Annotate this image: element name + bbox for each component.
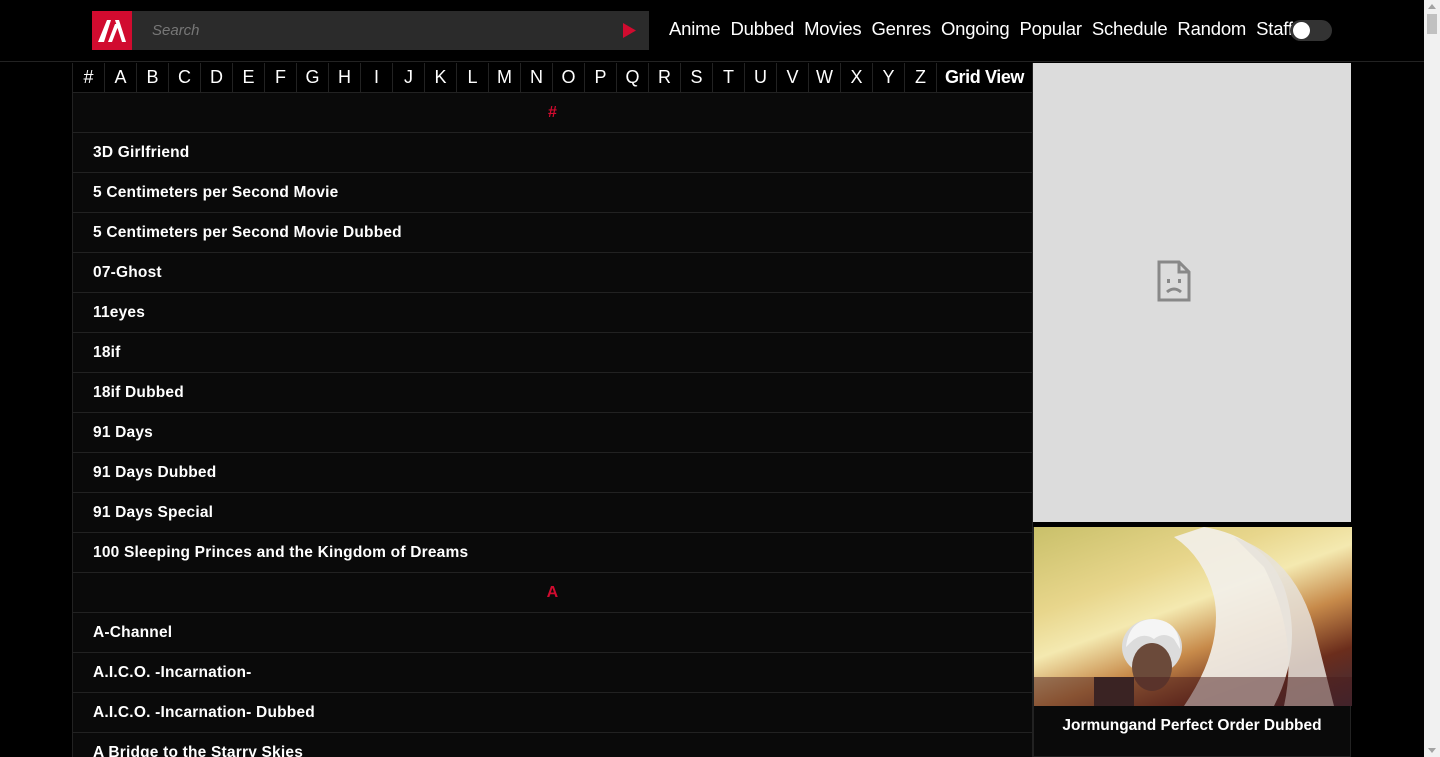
alpha-t[interactable]: T [713, 63, 745, 92]
list-item[interactable]: 18if Dubbed [72, 373, 1033, 413]
broken-page-icon [1157, 260, 1191, 302]
nav-random[interactable]: Random [1172, 18, 1251, 40]
alpha-i[interactable]: I [361, 63, 393, 92]
list-item[interactable]: 18if [72, 333, 1033, 373]
page-scrollbar[interactable] [1424, 0, 1440, 757]
featured-title[interactable]: Jormungand Perfect Order Dubbed [1034, 706, 1350, 735]
alphabet-filter: # A B C D E F G H I J K L M N O P Q R S … [72, 63, 1033, 93]
site-logo[interactable] [92, 11, 132, 50]
list-item[interactable]: 100 Sleeping Princes and the Kingdom of … [72, 533, 1033, 573]
alpha-k[interactable]: K [425, 63, 457, 92]
logo-icon [98, 19, 126, 42]
main-nav: Anime Dubbed Movies Genres Ongoing Popul… [664, 18, 1298, 40]
alpha-c[interactable]: C [169, 63, 201, 92]
alpha-d[interactable]: D [201, 63, 233, 92]
alpha-v[interactable]: V [777, 63, 809, 92]
alpha-y[interactable]: Y [873, 63, 905, 92]
featured-artwork [1034, 527, 1352, 706]
list-item[interactable]: 07-Ghost [72, 253, 1033, 293]
list-item[interactable]: 5 Centimeters per Second Movie [72, 173, 1033, 213]
section-heading-hash: # [72, 93, 1033, 133]
alpha-e[interactable]: E [233, 63, 265, 92]
search-bar [132, 11, 649, 50]
ad-slot [1033, 63, 1351, 522]
scroll-down-icon[interactable] [1428, 748, 1436, 753]
list-item[interactable]: 91 Days [72, 413, 1033, 453]
list-item[interactable]: A-Channel [72, 613, 1033, 653]
featured-card[interactable]: Jormungand Perfect Order Dubbed [1033, 527, 1352, 757]
scrollbar-thumb[interactable] [1427, 14, 1437, 34]
scroll-up-icon[interactable] [1428, 4, 1436, 9]
alpha-q[interactable]: Q [617, 63, 649, 92]
search-submit-icon[interactable] [621, 22, 637, 39]
alpha-z[interactable]: Z [905, 63, 937, 92]
nav-schedule[interactable]: Schedule [1087, 18, 1173, 40]
list-item[interactable]: 3D Girlfriend [72, 133, 1033, 173]
list-item[interactable]: A Bridge to the Starry Skies [72, 733, 1033, 757]
alpha-a[interactable]: A [105, 63, 137, 92]
grid-view-link[interactable]: Grid View [937, 63, 1032, 92]
toggle-knob [1293, 22, 1310, 39]
alpha-f[interactable]: F [265, 63, 297, 92]
nav-movies[interactable]: Movies [799, 18, 866, 40]
alpha-x[interactable]: X [841, 63, 873, 92]
featured-thumbnail[interactable] [1034, 527, 1352, 706]
list-item[interactable]: 11eyes [72, 293, 1033, 333]
alpha-r[interactable]: R [649, 63, 681, 92]
list-item[interactable]: 91 Days Dubbed [72, 453, 1033, 493]
alpha-h[interactable]: H [329, 63, 361, 92]
anime-list: # A B C D E F G H I J K L M N O P Q R S … [72, 63, 1033, 757]
search-input[interactable] [132, 11, 602, 50]
theme-toggle[interactable] [1290, 20, 1332, 41]
alpha-m[interactable]: M [489, 63, 521, 92]
alpha-n[interactable]: N [521, 63, 553, 92]
alpha-hash[interactable]: # [73, 63, 105, 92]
alpha-g[interactable]: G [297, 63, 329, 92]
alpha-u[interactable]: U [745, 63, 777, 92]
alpha-l[interactable]: L [457, 63, 489, 92]
list-item[interactable]: A.I.C.O. -Incarnation- Dubbed [72, 693, 1033, 733]
alpha-o[interactable]: O [553, 63, 585, 92]
site-header: Anime Dubbed Movies Genres Ongoing Popul… [0, 0, 1424, 62]
alpha-s[interactable]: S [681, 63, 713, 92]
alpha-w[interactable]: W [809, 63, 841, 92]
nav-popular[interactable]: Popular [1014, 18, 1086, 40]
list-item[interactable]: A.I.C.O. -Incarnation- [72, 653, 1033, 693]
alpha-p[interactable]: P [585, 63, 617, 92]
alpha-b[interactable]: B [137, 63, 169, 92]
nav-dubbed[interactable]: Dubbed [725, 18, 799, 40]
section-heading-a: A [72, 573, 1033, 613]
nav-genres[interactable]: Genres [866, 18, 935, 40]
list-item[interactable]: 5 Centimeters per Second Movie Dubbed [72, 213, 1033, 253]
list-item[interactable]: 91 Days Special [72, 493, 1033, 533]
nav-anime[interactable]: Anime [664, 18, 725, 40]
nav-ongoing[interactable]: Ongoing [936, 18, 1015, 40]
alpha-j[interactable]: J [393, 63, 425, 92]
sidebar: Jormungand Perfect Order Dubbed [1033, 63, 1352, 757]
